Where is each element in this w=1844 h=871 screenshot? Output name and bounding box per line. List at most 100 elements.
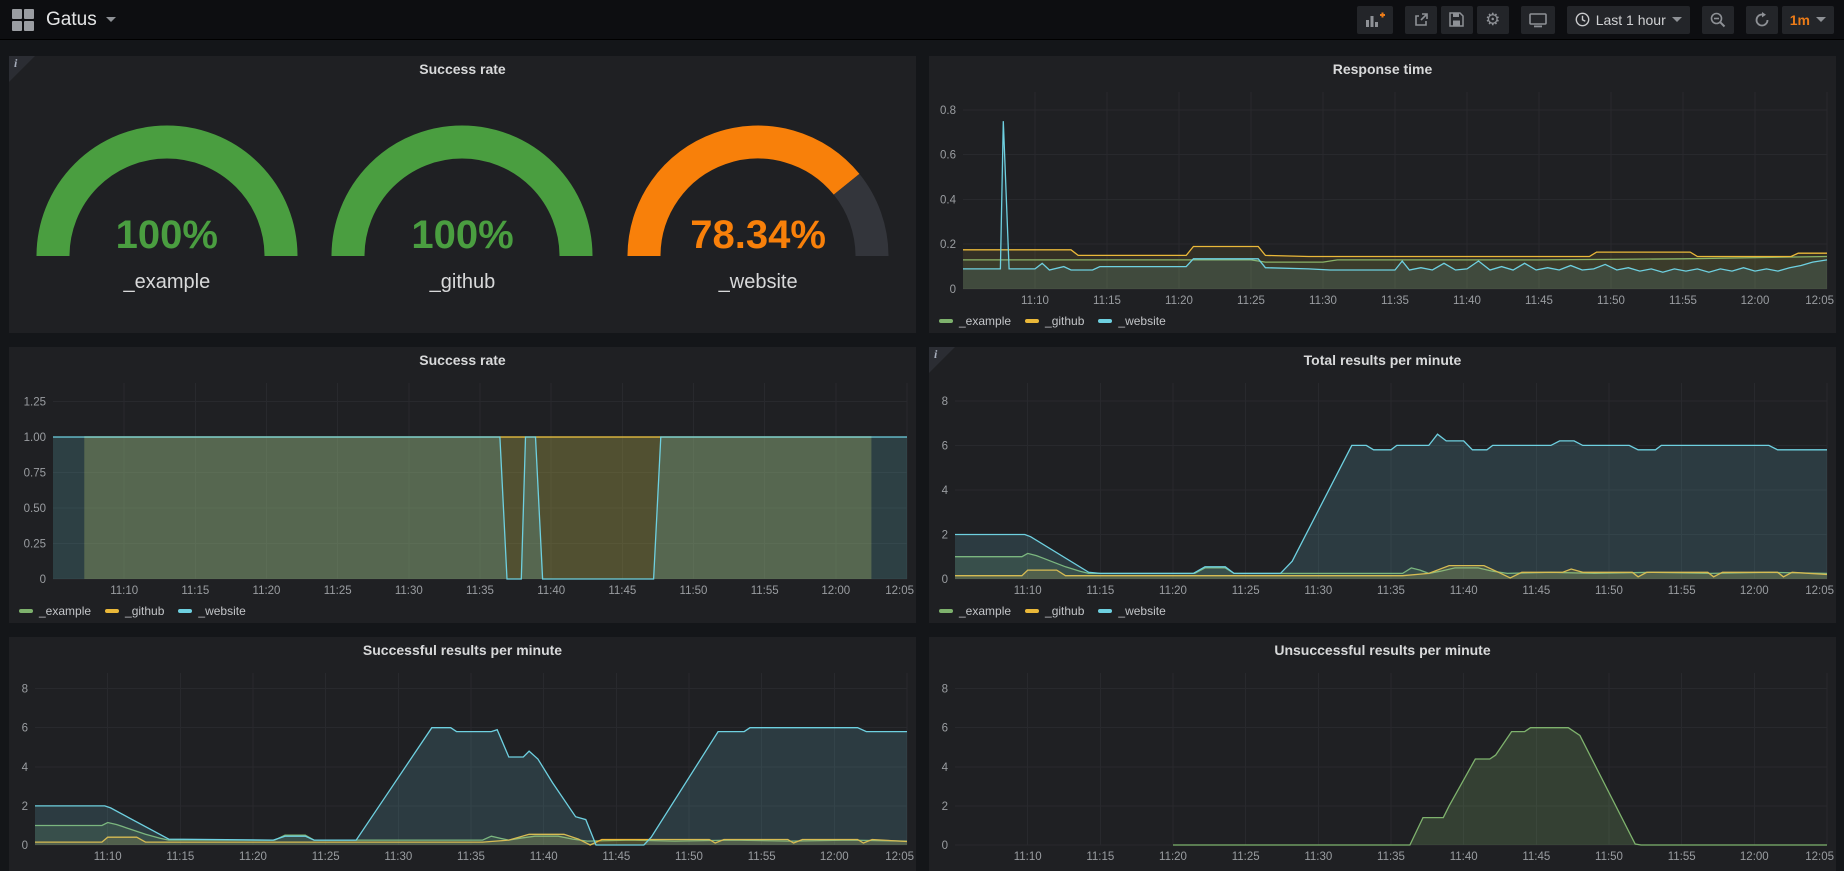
svg-text:6: 6 bbox=[942, 723, 948, 735]
gauge-label: _website bbox=[719, 271, 798, 294]
unsuccessful-results-chart[interactable]: 0246811:1011:1511:2011:2511:3011:3511:40… bbox=[929, 664, 1836, 865]
svg-text:0.25: 0.25 bbox=[24, 539, 46, 551]
dashboard-title: Gatus bbox=[46, 9, 97, 31]
legend-swatch bbox=[1025, 609, 1039, 613]
svg-text:11:45: 11:45 bbox=[602, 851, 630, 863]
gauge-_github: 100%_github bbox=[322, 108, 602, 294]
svg-text:12:05: 12:05 bbox=[885, 851, 914, 863]
chart-legend: _website bbox=[929, 865, 1836, 871]
legend-item-_website[interactable]: _website bbox=[1098, 604, 1165, 618]
legend-item-_github[interactable]: _github bbox=[1025, 604, 1084, 618]
svg-text:0.75: 0.75 bbox=[24, 468, 46, 480]
legend-swatch bbox=[105, 609, 119, 613]
svg-text:11:25: 11:25 bbox=[1232, 851, 1260, 863]
svg-text:6: 6 bbox=[942, 440, 948, 452]
svg-text:11:20: 11:20 bbox=[1159, 851, 1187, 863]
successful-results-chart[interactable]: 0246811:1011:1511:2011:2511:3011:3511:40… bbox=[9, 664, 916, 865]
panel-unsuccessful-results: Unsuccessful results per minute 0246811:… bbox=[929, 637, 1836, 871]
svg-text:11:45: 11:45 bbox=[1522, 585, 1550, 597]
svg-text:11:10: 11:10 bbox=[1021, 295, 1049, 307]
svg-text:2: 2 bbox=[22, 801, 28, 813]
response-time-chart[interactable]: 00.20.40.60.811:1011:1511:2011:2511:3011… bbox=[929, 83, 1836, 309]
settings-button[interactable]: ⚙ bbox=[1477, 6, 1509, 34]
legend-item-_example[interactable]: _example bbox=[939, 604, 1011, 618]
svg-text:4: 4 bbox=[942, 485, 949, 497]
tv-mode-button[interactable] bbox=[1521, 6, 1555, 34]
svg-text:11:35: 11:35 bbox=[1377, 851, 1405, 863]
legend-swatch bbox=[939, 609, 953, 613]
chart-legend: _example _github _website bbox=[9, 599, 916, 623]
panel-successful-results: Successful results per minute 0246811:10… bbox=[9, 637, 916, 871]
chart-legend: _example_github_website bbox=[9, 865, 916, 871]
panel-info-corner[interactable]: i bbox=[929, 347, 955, 373]
svg-text:11:55: 11:55 bbox=[1668, 585, 1696, 597]
svg-text:0.8: 0.8 bbox=[940, 105, 956, 117]
chart-legend: _example _github _website bbox=[929, 599, 1836, 623]
panel-info-corner[interactable]: i bbox=[9, 56, 35, 82]
panel-title[interactable]: Response time bbox=[929, 56, 1836, 83]
save-button[interactable] bbox=[1441, 6, 1473, 34]
gauge-row: 100%_example100%_github78.34%_website bbox=[9, 83, 916, 333]
svg-text:11:55: 11:55 bbox=[1669, 295, 1697, 307]
total-results-chart[interactable]: 0246811:1011:1511:2011:2511:3011:3511:40… bbox=[929, 374, 1836, 599]
panel-title[interactable]: Successful results per minute bbox=[9, 637, 916, 664]
share-icon bbox=[1413, 12, 1429, 28]
svg-text:11:15: 11:15 bbox=[1086, 585, 1114, 597]
svg-text:11:35: 11:35 bbox=[466, 585, 494, 597]
panel-title[interactable]: Success rate bbox=[9, 347, 916, 374]
info-icon: i bbox=[14, 56, 17, 71]
svg-text:11:10: 11:10 bbox=[1014, 585, 1042, 597]
gauge-_website: 78.34%_website bbox=[618, 108, 898, 294]
svg-text:0: 0 bbox=[942, 574, 948, 586]
panel-title[interactable]: Unsuccessful results per minute bbox=[929, 637, 1836, 664]
svg-text:11:25: 11:25 bbox=[312, 851, 340, 863]
panel-success-rate-series: Success rate 00.250.500.751.001.2511:101… bbox=[9, 347, 916, 623]
legend-swatch bbox=[1098, 609, 1112, 613]
panel-title[interactable]: Total results per minute bbox=[929, 347, 1836, 374]
svg-text:11:15: 11:15 bbox=[166, 851, 194, 863]
svg-text:11:40: 11:40 bbox=[1450, 851, 1478, 863]
legend-swatch bbox=[1025, 319, 1039, 323]
svg-text:11:30: 11:30 bbox=[1304, 585, 1332, 597]
legend-swatch bbox=[939, 319, 953, 323]
svg-text:12:05: 12:05 bbox=[1805, 585, 1834, 597]
svg-text:11:15: 11:15 bbox=[181, 585, 209, 597]
legend-item-_github[interactable]: _github bbox=[105, 604, 164, 618]
svg-text:11:20: 11:20 bbox=[1165, 295, 1193, 307]
svg-text:1.00: 1.00 bbox=[24, 432, 46, 444]
svg-text:11:50: 11:50 bbox=[675, 851, 703, 863]
success-rate-chart[interactable]: 00.250.500.751.001.2511:1011:1511:2011:2… bbox=[9, 374, 916, 599]
refresh-interval-dropdown[interactable]: 1m bbox=[1782, 6, 1834, 34]
gear-icon: ⚙ bbox=[1485, 11, 1500, 28]
svg-text:11:15: 11:15 bbox=[1086, 851, 1114, 863]
legend-item-_example[interactable]: _example bbox=[939, 314, 1011, 328]
svg-text:0.4: 0.4 bbox=[940, 195, 957, 207]
svg-text:0: 0 bbox=[950, 284, 956, 296]
svg-text:4: 4 bbox=[942, 762, 949, 774]
svg-text:11:55: 11:55 bbox=[751, 585, 779, 597]
add-panel-button[interactable] bbox=[1357, 6, 1393, 34]
legend-item-_website[interactable]: _website bbox=[1098, 314, 1165, 328]
refresh-button[interactable] bbox=[1746, 6, 1778, 34]
chart-legend: _example _github _website bbox=[929, 309, 1836, 333]
panel-title[interactable]: Success rate bbox=[9, 56, 916, 83]
svg-text:12:05: 12:05 bbox=[1805, 851, 1834, 863]
refresh-interval-label: 1m bbox=[1790, 12, 1810, 28]
share-button[interactable] bbox=[1405, 6, 1437, 34]
legend-item-_github[interactable]: _github bbox=[1025, 314, 1084, 328]
svg-text:11:45: 11:45 bbox=[1525, 295, 1553, 307]
svg-text:12:00: 12:00 bbox=[1741, 295, 1770, 307]
zoom-out-button[interactable] bbox=[1702, 6, 1734, 34]
svg-text:12:00: 12:00 bbox=[1740, 851, 1769, 863]
svg-text:1.25: 1.25 bbox=[24, 397, 46, 409]
dashboard-grid: i Success rate 100%_example100%_github78… bbox=[0, 40, 1844, 871]
grafana-menu-button[interactable] bbox=[12, 9, 34, 31]
svg-text:11:30: 11:30 bbox=[1304, 851, 1332, 863]
legend-item-_website[interactable]: _website bbox=[178, 604, 245, 618]
dashboard-title-dropdown[interactable]: Gatus bbox=[46, 9, 116, 31]
svg-text:11:10: 11:10 bbox=[94, 851, 122, 863]
legend-item-_example[interactable]: _example bbox=[19, 604, 91, 618]
grafana-logo-icon bbox=[12, 9, 34, 31]
svg-text:0.2: 0.2 bbox=[940, 239, 956, 251]
time-range-picker[interactable]: Last 1 hour bbox=[1567, 6, 1690, 34]
